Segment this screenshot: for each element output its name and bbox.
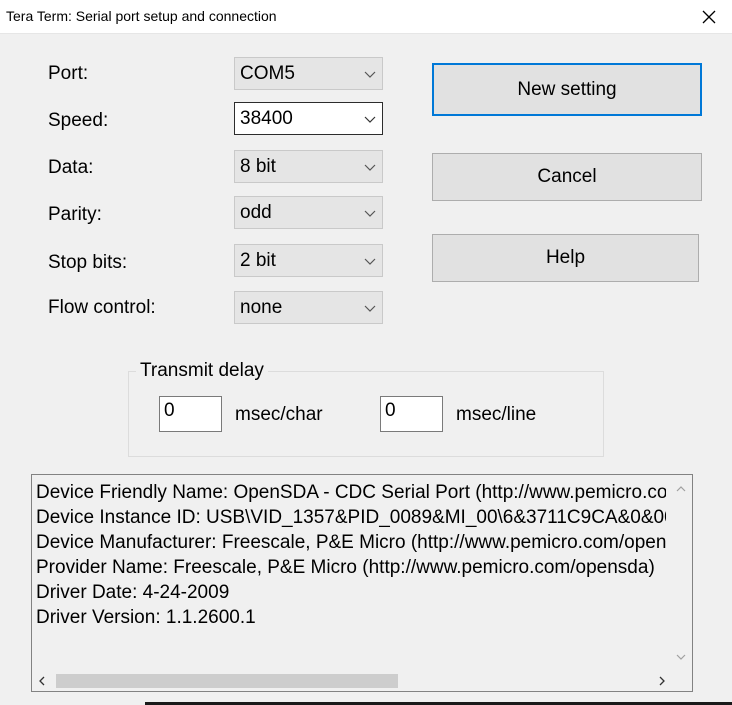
speed-value: 38400 xyxy=(240,108,293,129)
parity-dropdown[interactable]: odd xyxy=(234,196,383,229)
horizontal-scrollbar[interactable] xyxy=(32,671,692,691)
port-dropdown[interactable]: COM5 xyxy=(234,57,383,90)
data-label: Data: xyxy=(48,157,94,178)
chevron-down-icon xyxy=(364,164,376,171)
chevron-down-icon xyxy=(364,210,376,217)
msec-char-input[interactable] xyxy=(160,397,221,431)
stop-bits-label: Stop bits: xyxy=(48,252,128,273)
stop-bits-value: 2 bit xyxy=(240,250,276,271)
new-setting-label: New setting xyxy=(517,78,617,100)
scrollbar-thumb[interactable] xyxy=(56,674,398,688)
parity-label: Parity: xyxy=(48,204,102,225)
help-label: Help xyxy=(545,247,586,268)
parity-value: odd xyxy=(240,202,272,223)
chevron-down-icon xyxy=(364,305,376,312)
msec-line-field[interactable] xyxy=(380,396,443,432)
device-info-line: Device Manufacturer: Freescale, P&E Micr… xyxy=(36,532,666,553)
msec-char-unit: msec/char xyxy=(235,404,323,425)
port-value: COM5 xyxy=(240,63,295,84)
close-button[interactable] xyxy=(686,0,732,33)
device-info-line: Driver Date: 4-24-2009 xyxy=(36,582,230,603)
close-icon xyxy=(702,10,716,23)
cancel-button[interactable]: Cancel xyxy=(432,153,702,201)
stop-bits-dropdown[interactable]: 2 bit xyxy=(234,244,383,277)
chevron-down-icon xyxy=(364,71,376,78)
new-setting-button[interactable]: New setting xyxy=(432,63,702,116)
data-value: 8 bit xyxy=(240,156,276,177)
cancel-label: Cancel xyxy=(537,166,597,187)
help-button[interactable]: Help xyxy=(432,234,699,282)
device-info-box[interactable]: Device Friendly Name: OpenSDA - CDC Seri… xyxy=(31,474,693,692)
scroll-left-icon[interactable] xyxy=(38,676,46,686)
flow-control-dropdown[interactable]: none xyxy=(234,291,383,324)
data-dropdown[interactable]: 8 bit xyxy=(234,150,383,183)
title-bar: Tera Term: Serial port setup and connect… xyxy=(0,0,732,34)
device-info-line: Provider Name: Freescale, P&E Micro (htt… xyxy=(36,557,655,578)
flow-control-value: none xyxy=(240,297,283,318)
speed-label: Speed: xyxy=(48,110,109,131)
flow-control-label: Flow control: xyxy=(48,297,156,318)
msec-line-unit: msec/line xyxy=(456,404,537,425)
device-info-line: Device Friendly Name: OpenSDA - CDC Seri… xyxy=(36,482,666,503)
device-info-line: Driver Version: 1.1.2600.1 xyxy=(36,607,256,628)
device-info-text: Device Friendly Name: OpenSDA - CDC Seri… xyxy=(36,480,666,630)
scroll-up-icon[interactable] xyxy=(676,485,686,493)
device-info-line: Device Instance ID: USB\VID_1357&PID_008… xyxy=(36,507,666,528)
port-label: Port: xyxy=(48,63,89,84)
msec-line-input[interactable] xyxy=(381,397,442,431)
speed-dropdown[interactable]: 38400 xyxy=(234,102,383,135)
scroll-down-icon[interactable] xyxy=(676,653,686,661)
window-title: Tera Term: Serial port setup and connect… xyxy=(6,8,277,24)
chevron-down-icon xyxy=(364,116,376,123)
msec-char-field[interactable] xyxy=(159,396,222,432)
scroll-right-icon[interactable] xyxy=(658,676,666,686)
transmit-delay-title: Transmit delay xyxy=(136,360,268,382)
chevron-down-icon xyxy=(364,258,376,265)
